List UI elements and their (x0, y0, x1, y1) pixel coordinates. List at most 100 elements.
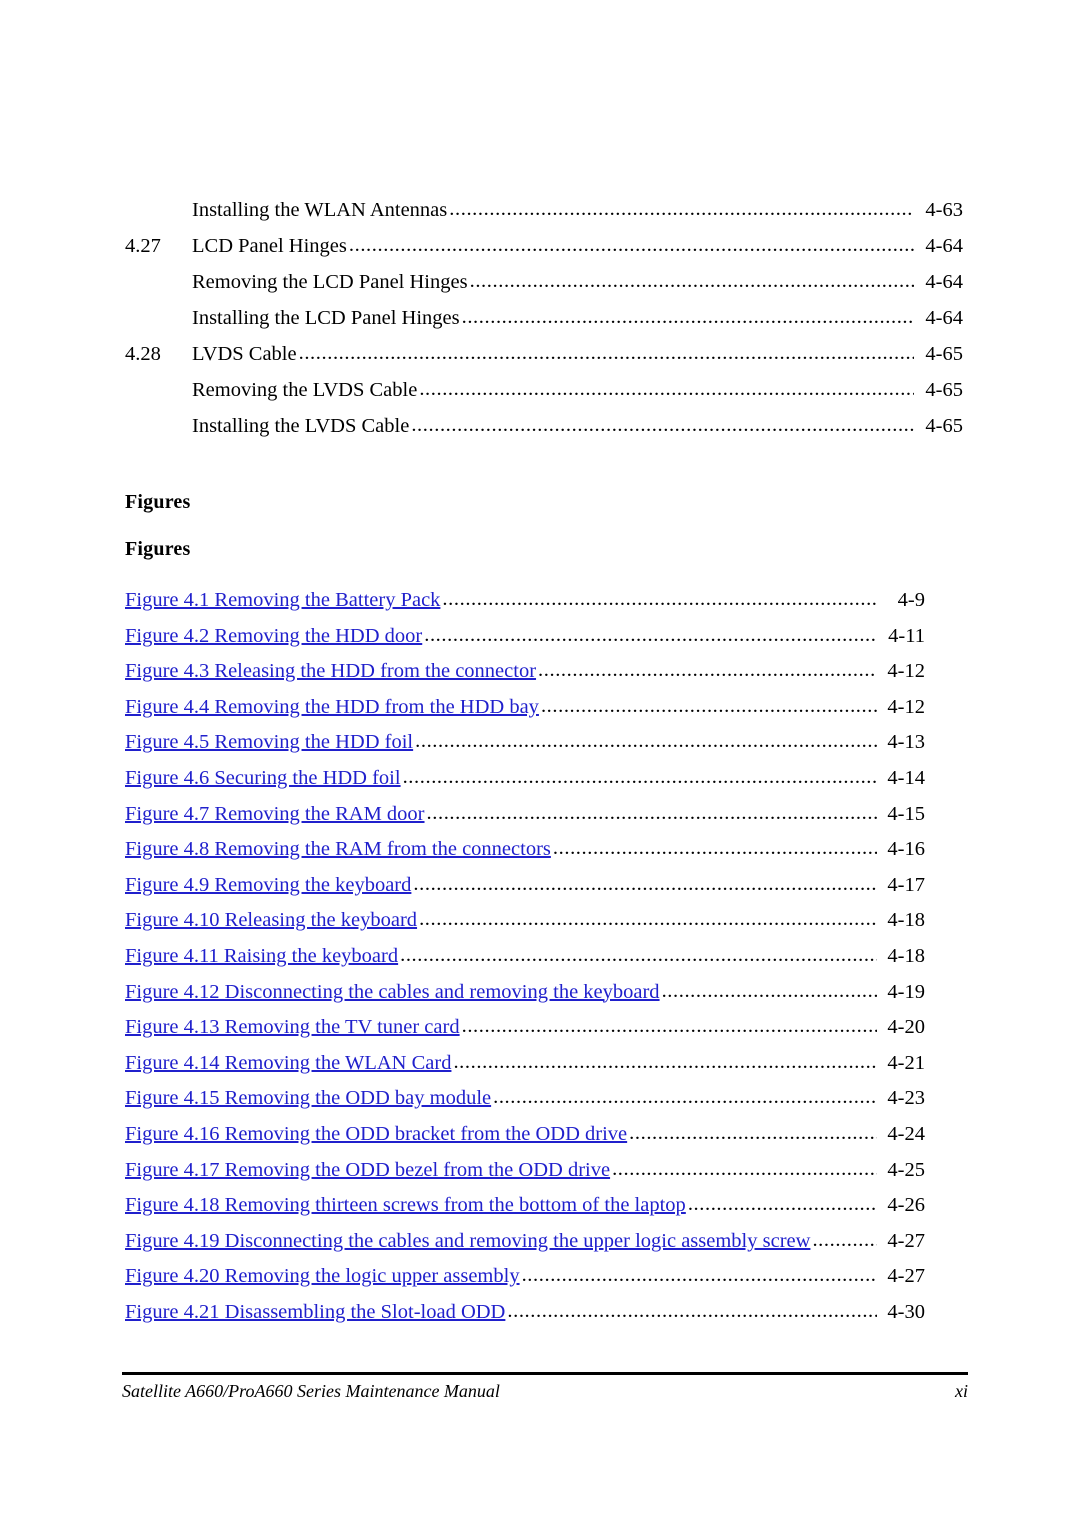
toc-entry-page: 4-64 (925, 307, 963, 329)
figure-entry-link[interactable]: Figure 4.14 Removing the WLAN Card (125, 1046, 453, 1082)
figure-dot-leader: ........................................… (552, 837, 877, 860)
toc-entry[interactable]: Removing the LCD Panel Hinges...........… (125, 264, 963, 300)
figure-dot-leader: ........................................… (521, 1264, 877, 1287)
toc-dot-leader: ........................................… (449, 198, 914, 220)
figure-entry-page: 4-25 (887, 1158, 925, 1181)
figure-entry-link[interactable]: Figure 4.3 Releasing the HDD from the co… (125, 654, 538, 690)
figure-entry-link[interactable]: Figure 4.19 Disconnecting the cables and… (125, 1224, 812, 1260)
figure-entry[interactable]: Figure 4.15 Removing the ODD bay module.… (125, 1081, 925, 1117)
figures-list: Figure 4.1 Removing the Battery Pack....… (125, 583, 925, 1330)
toc-entry-title: Removing the LVDS Cable (192, 379, 418, 401)
figure-entry-link[interactable]: Figure 4.6 Securing the HDD foil (125, 761, 403, 797)
figure-entry-page: 4-27 (887, 1229, 925, 1252)
figure-entry-link[interactable]: Figure 4.9 Removing the keyboard (125, 868, 413, 904)
figure-entry-link[interactable]: Figure 4.7 Removing the RAM door (125, 797, 427, 833)
figure-entry-page: 4-21 (887, 1051, 925, 1074)
toc-entry[interactable]: 4.28 LVDS Cable..........................… (125, 336, 963, 372)
toc-entry[interactable]: 4.27 LCD Panel Hinges....................… (125, 228, 963, 264)
toc-entry[interactable]: Removing the LVDS Cable.................… (125, 372, 963, 408)
figure-entry[interactable]: Figure 4.1 Removing the Battery Pack....… (125, 583, 925, 619)
figure-entry-link[interactable]: Figure 4.2 Removing the HDD door (125, 619, 424, 655)
figure-dot-leader: ........................................… (453, 1050, 877, 1073)
figure-entry[interactable]: Figure 4.8 Removing the RAM from the con… (125, 832, 925, 868)
figure-entry[interactable]: Figure 4.20 Removing the logic upper ass… (125, 1259, 925, 1295)
figure-entry-link[interactable]: Figure 4.8 Removing the RAM from the con… (125, 832, 553, 868)
figure-dot-leader: ........................................… (413, 872, 877, 895)
figure-entry[interactable]: Figure 4.18 Removing thirteen screws fro… (125, 1188, 925, 1224)
toc-entry-title: Removing the LCD Panel Hinges (192, 271, 468, 293)
toc-entry-page: 4-65 (925, 343, 963, 365)
figure-dot-leader: ........................................… (661, 979, 877, 1002)
figure-entry[interactable]: Figure 4.12 Disconnecting the cables and… (125, 975, 925, 1011)
figure-entry[interactable]: Figure 4.16 Removing the ODD bracket fro… (125, 1117, 925, 1153)
figure-dot-leader: ........................................… (687, 1193, 877, 1216)
figure-dot-leader: ........................................… (442, 588, 877, 610)
toc-entry[interactable]: Installing the LCD Panel Hinges.........… (125, 300, 963, 336)
figure-entry[interactable]: Figure 4.7 Removing the RAM door........… (125, 797, 925, 833)
figure-entry[interactable]: Figure 4.11 Raising the keyboard........… (125, 939, 925, 975)
toc-entry[interactable]: Installing the LVDS Cable...............… (125, 408, 963, 444)
figure-dot-leader: ........................................… (426, 801, 877, 824)
toc-entry-page: 4-65 (925, 415, 963, 437)
figure-entry-link[interactable]: Figure 4.20 Removing the logic upper ass… (125, 1259, 522, 1295)
figure-entry[interactable]: Figure 4.3 Releasing the HDD from the co… (125, 654, 925, 690)
toc-dot-leader: ........................................… (469, 270, 914, 292)
toc-dot-leader: ........................................… (411, 414, 914, 436)
figure-entry-page: 4-18 (887, 909, 925, 932)
toc-dot-leader: ........................................… (461, 306, 914, 328)
figure-dot-leader: ........................................… (415, 730, 877, 753)
toc-entry-title: LVDS Cable (192, 343, 297, 365)
toc-dot-leader: ........................................… (298, 342, 914, 364)
toc-list: Installing the WLAN Antennas............… (125, 192, 963, 444)
figure-entry-link[interactable]: Figure 4.18 Removing thirteen screws fro… (125, 1188, 688, 1224)
toc-entry[interactable]: Installing the WLAN Antennas............… (125, 192, 963, 228)
figure-dot-leader: ........................................… (629, 1121, 877, 1144)
toc-entry-number: 4.27 (125, 235, 161, 257)
figures-heading-primary: Figures (125, 491, 191, 513)
figure-entry[interactable]: Figure 4.10 Releasing the keyboard......… (125, 903, 925, 939)
figure-entry-page: 4-20 (887, 1016, 925, 1039)
toc-dot-leader: ........................................… (348, 234, 914, 256)
figure-dot-leader: ........................................… (538, 659, 877, 682)
figure-entry[interactable]: Figure 4.17 Removing the ODD bezel from … (125, 1153, 925, 1189)
figure-entry[interactable]: Figure 4.19 Disconnecting the cables and… (125, 1224, 925, 1260)
figure-entry-link[interactable]: Figure 4.11 Raising the keyboard (125, 939, 400, 975)
figure-dot-leader: ........................................… (612, 1157, 877, 1180)
figure-entry-link[interactable]: Figure 4.17 Removing the ODD bezel from … (125, 1153, 612, 1189)
figure-entry-page: 4-17 (887, 873, 925, 896)
figure-entry-link[interactable]: Figure 4.5 Removing the HDD foil (125, 725, 415, 761)
figure-entry[interactable]: Figure 4.4 Removing the HDD from the HDD… (125, 690, 925, 726)
footer-manual-title: Satellite A660/ProA660 Series Maintenanc… (122, 1381, 500, 1401)
figure-dot-leader: ........................................… (400, 943, 877, 966)
figure-dot-leader: ........................................… (507, 1299, 877, 1322)
figure-entry[interactable]: Figure 4.21 Disassembling the Slot-load … (125, 1295, 925, 1331)
figure-entry[interactable]: Figure 4.13 Removing the TV tuner card..… (125, 1010, 925, 1046)
figure-entry-page: 4-12 (887, 695, 925, 718)
figure-entry-link[interactable]: Figure 4.13 Removing the TV tuner card (125, 1010, 462, 1046)
figure-entry[interactable]: Figure 4.5 Removing the HDD foil........… (125, 725, 925, 761)
figure-entry-link[interactable]: Figure 4.4 Removing the HDD from the HDD… (125, 690, 541, 726)
toc-entry-page: 4-64 (925, 235, 963, 257)
figure-entry-page: 4-11 (888, 624, 925, 647)
figure-entry-page: 4-16 (887, 838, 925, 861)
figure-entry-page: 4-13 (887, 731, 925, 754)
figure-entry[interactable]: Figure 4.6 Securing the HDD foil........… (125, 761, 925, 797)
figure-entry-link[interactable]: Figure 4.1 Removing the Battery Pack (125, 583, 442, 619)
figure-entry-link[interactable]: Figure 4.12 Disconnecting the cables and… (125, 975, 662, 1011)
toc-entry-page: 4-63 (925, 199, 963, 221)
figure-dot-leader: ........................................… (424, 623, 877, 646)
figure-entry[interactable]: Figure 4.14 Removing the WLAN Card......… (125, 1046, 925, 1082)
footer-divider (122, 1372, 968, 1375)
figure-entry-page: 4-23 (887, 1087, 925, 1110)
figure-dot-leader: ........................................… (493, 1086, 877, 1109)
figure-entry-link[interactable]: Figure 4.16 Removing the ODD bracket fro… (125, 1117, 629, 1153)
figure-entry-link[interactable]: Figure 4.10 Releasing the keyboard (125, 903, 419, 939)
figure-dot-leader: ........................................… (402, 765, 877, 788)
toc-entry-title: Installing the LCD Panel Hinges (192, 307, 460, 329)
figure-entry[interactable]: Figure 4.2 Removing the HDD door........… (125, 619, 925, 655)
figure-entry-link[interactable]: Figure 4.15 Removing the ODD bay module (125, 1081, 493, 1117)
figure-dot-leader: ........................................… (812, 1228, 877, 1251)
figure-entry[interactable]: Figure 4.9 Removing the keyboard........… (125, 868, 925, 904)
figure-entry-link[interactable]: Figure 4.21 Disassembling the Slot-load … (125, 1295, 507, 1331)
figure-entry-page: 4-18 (887, 944, 925, 967)
